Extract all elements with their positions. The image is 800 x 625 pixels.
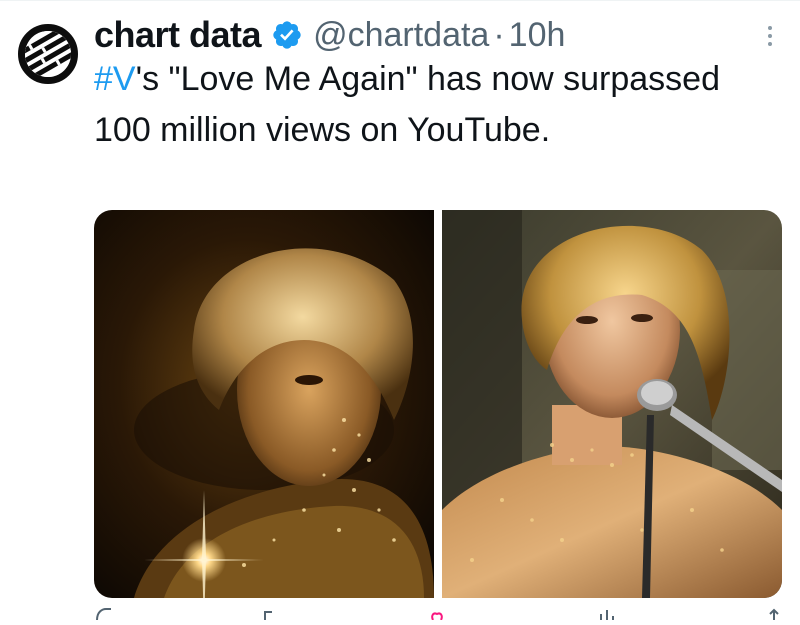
tweet-text: #V's "Love Me Again" has now surpassed 1… (94, 54, 784, 156)
reply-icon[interactable] (94, 606, 114, 621)
tweet-header: chart data @chartdata · 10h (94, 12, 565, 58)
top-divider (0, 0, 800, 9)
tweet-timestamp[interactable]: 10h (509, 16, 566, 55)
views-icon[interactable] (597, 606, 617, 620)
more-options-icon[interactable] (760, 22, 780, 52)
share-icon[interactable] (764, 606, 784, 620)
retweet-icon[interactable] (262, 606, 282, 620)
author-name[interactable]: chart data (94, 14, 262, 56)
media-image-2[interactable] (442, 210, 782, 598)
avatar-logo (25, 31, 71, 77)
like-icon[interactable] (429, 606, 449, 621)
media-gap (434, 210, 442, 598)
media-image-1[interactable] (94, 210, 434, 598)
hashtag-link[interactable]: #V (94, 60, 136, 98)
tweet-body: 's "Love Me Again" has now surpassed 100… (94, 60, 721, 149)
avatar[interactable] (18, 24, 78, 84)
action-bar (94, 606, 784, 621)
media-grid (94, 210, 782, 598)
author-handle[interactable]: @chartdata (313, 16, 489, 55)
header-separator: · (493, 15, 505, 54)
verified-badge-icon (273, 21, 301, 49)
